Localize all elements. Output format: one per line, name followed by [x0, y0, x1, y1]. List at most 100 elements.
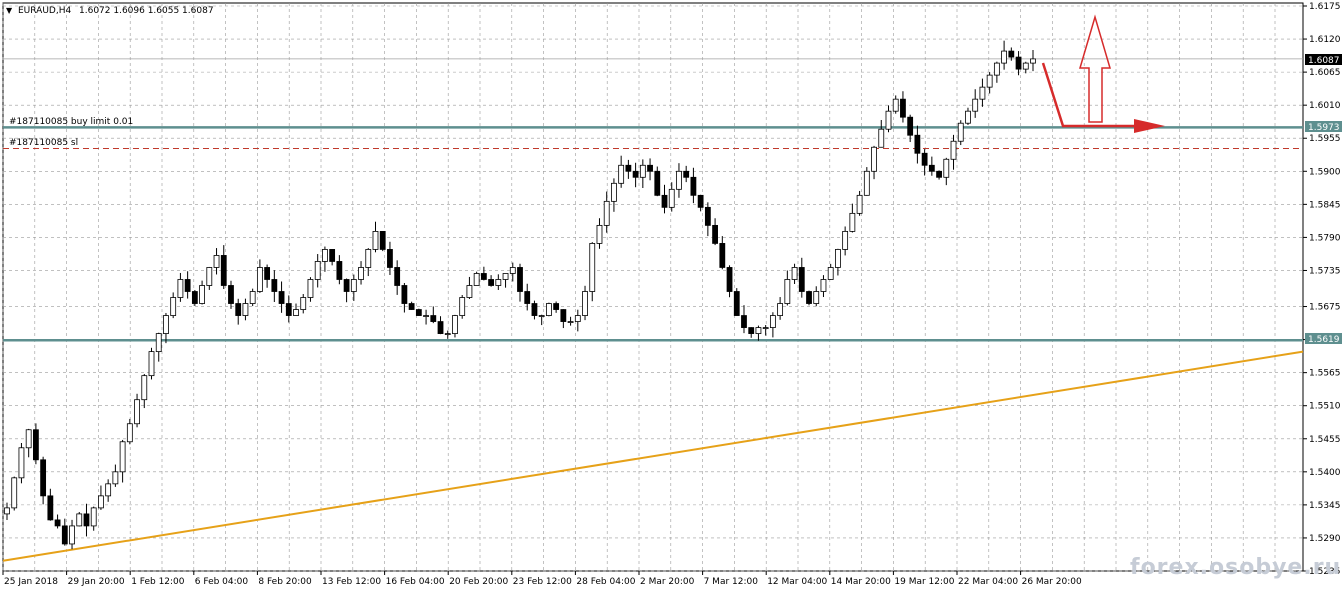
candle-body — [358, 267, 364, 280]
candle-body — [387, 249, 393, 268]
current-price-tag: 1.6087 — [1305, 54, 1342, 66]
candle-body — [61, 525, 68, 545]
y-tick-label: 1.5400 — [1309, 468, 1341, 478]
candle-body — [343, 279, 350, 292]
candle-body — [25, 429, 32, 449]
candle-body — [777, 303, 784, 316]
candle-body — [54, 519, 61, 527]
candle-body — [914, 134, 921, 154]
candle-body — [654, 170, 661, 196]
y-tick-label: 1.5455 — [1309, 435, 1341, 445]
candle-body — [206, 267, 213, 286]
candle-body — [365, 249, 372, 268]
y-tick-label: 1.5790 — [1309, 233, 1341, 243]
candle-body — [972, 98, 979, 112]
candle-body — [379, 230, 386, 250]
price-chart[interactable]: 1.6175 1.6120 1.6065 1.6010 1.5955 1.5900 1.58… — [0, 0, 1344, 593]
plot-area[interactable] — [2, 2, 1304, 572]
watermark: forex.osobye.ru — [1130, 555, 1341, 580]
candle-body — [199, 285, 205, 304]
x-axis: 25 Jan 2018 29 Jan 20:00 1 Feb 12:00 6 Feb … — [2, 571, 1082, 587]
candle-body — [719, 243, 726, 268]
candle-body — [589, 243, 596, 292]
candle-body — [336, 261, 343, 280]
candle-body — [293, 309, 299, 316]
candle-body — [509, 267, 516, 274]
candle-body — [618, 164, 625, 184]
candle-body — [155, 333, 162, 353]
candle-body — [350, 279, 357, 292]
candle-body — [546, 303, 552, 316]
candle-body — [300, 297, 307, 310]
candle-body — [76, 513, 83, 527]
candle-body — [885, 110, 892, 130]
candle-body — [704, 206, 711, 226]
y-tick-label: 1.5565 — [1309, 369, 1341, 379]
candle-body — [126, 423, 133, 443]
candle-body — [278, 291, 285, 304]
candle-body — [611, 182, 617, 202]
candle-body — [986, 74, 993, 88]
candle-body — [69, 525, 75, 545]
candle-body — [668, 188, 675, 208]
candle-body — [921, 152, 928, 166]
y-tick-label: 1.5345 — [1309, 501, 1341, 511]
candle-body — [220, 255, 227, 286]
x-tick-label: 8 Feb 20:00 — [258, 577, 312, 587]
candle-body — [423, 315, 429, 317]
candle-body — [690, 176, 697, 196]
candle-body — [769, 315, 776, 328]
candle-body — [755, 327, 762, 334]
candle-body — [119, 441, 126, 473]
candle-body — [112, 471, 119, 485]
candle-body — [712, 224, 718, 244]
candle-body — [567, 321, 574, 323]
candle-body — [856, 194, 863, 214]
candle-body — [835, 249, 841, 268]
candle-body — [928, 164, 935, 172]
candle-body — [40, 459, 47, 497]
x-tick-label: 22 Mar 04:00 — [958, 577, 1018, 587]
candle-body — [632, 170, 639, 178]
candle-body — [271, 279, 278, 292]
candle-body — [1008, 50, 1015, 58]
candle-body — [784, 279, 791, 304]
candle-body — [466, 285, 473, 298]
buy-limit-price-tag: 1.5973 — [1305, 121, 1342, 133]
candle-body — [1015, 56, 1022, 70]
candle-body — [791, 267, 798, 280]
candle-body — [993, 62, 1000, 76]
candle-body — [495, 279, 502, 286]
candle-body — [820, 279, 827, 292]
candle-body — [596, 224, 603, 244]
x-tick-label: 7 Mar 12:00 — [704, 577, 759, 587]
candle-body — [878, 128, 885, 148]
candle-body — [806, 291, 812, 304]
candle-body — [430, 315, 437, 322]
candle-body — [213, 255, 220, 268]
candle-body — [191, 291, 198, 304]
support-price-label: 1.5619 — [1308, 335, 1340, 345]
candle-body — [141, 375, 148, 401]
buy-limit-label: #187110085 buy limit 0.01 — [9, 117, 133, 127]
x-tick-label: 14 Mar 20:00 — [831, 577, 891, 587]
candle-body — [33, 429, 39, 461]
buy-limit-price-label: 1.5973 — [1308, 123, 1340, 133]
candle-body — [329, 249, 336, 262]
candle-body — [538, 315, 545, 317]
candle-body — [661, 194, 668, 208]
x-tick-label: 2 Mar 20:00 — [640, 577, 695, 587]
x-tick-label: 26 Mar 20:00 — [1022, 577, 1082, 587]
candle-body — [98, 495, 104, 509]
candle-body — [163, 315, 169, 334]
candle-body — [473, 273, 480, 286]
y-tick-label: 1.5735 — [1309, 266, 1341, 276]
candle-body — [134, 399, 140, 425]
candle-body — [965, 110, 971, 124]
candle-body — [1022, 62, 1029, 70]
candle-body — [726, 267, 733, 292]
candle-body — [90, 507, 97, 527]
symbol-dropdown-icon[interactable]: ▼ — [6, 6, 13, 15]
candle-body — [83, 513, 90, 527]
support-price-tag: 1.5619 — [1305, 333, 1342, 345]
